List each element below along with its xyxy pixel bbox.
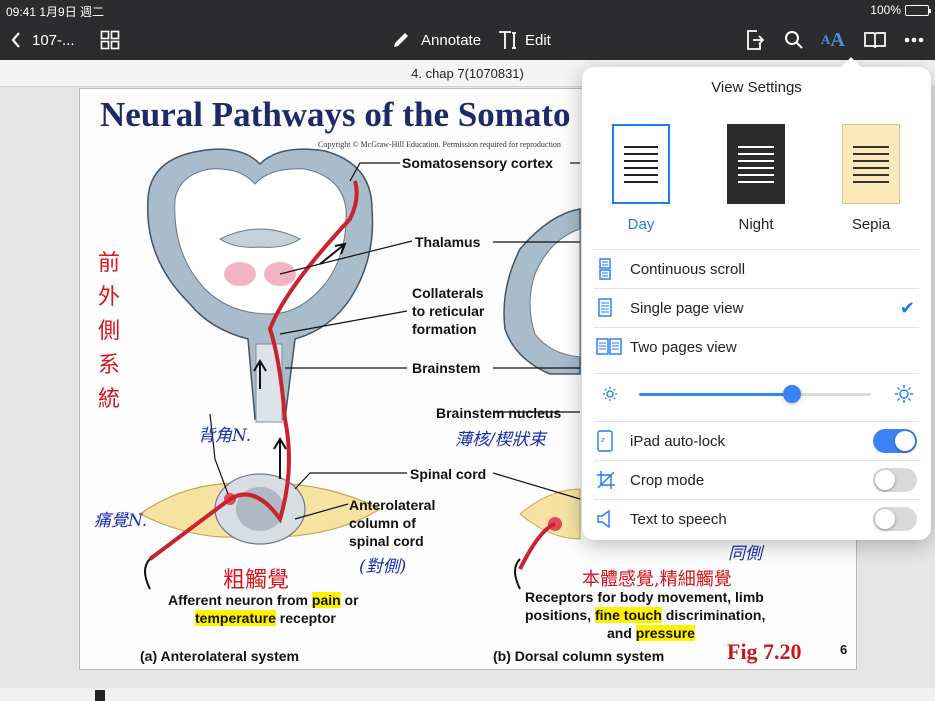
theme-sepia-option[interactable]: Sepia xyxy=(821,124,921,233)
brightness-track[interactable] xyxy=(639,385,871,403)
label-somatosensory-cortex: Somatosensory cortex xyxy=(402,155,553,171)
crop-mode-label: Crop mode xyxy=(630,471,705,489)
label-brainstem: Brainstem xyxy=(412,360,481,376)
view-settings-popover: View Settings Day Night Sepia Continuous… xyxy=(582,57,931,540)
continuous-scroll-label: Continuous scroll xyxy=(630,260,746,278)
grid-icon xyxy=(100,30,120,50)
battery-percent: 100% xyxy=(870,3,901,17)
left-receptor-line2: temperature receptor xyxy=(195,610,336,626)
spinal-cord-left xyxy=(138,473,382,545)
annotation-dorsal-horn: 背角N. xyxy=(198,426,252,446)
annotation-contralateral: (對側) xyxy=(359,557,407,577)
status-time: 09:41 1月9日 週二 xyxy=(6,5,105,19)
right-receptor-line3: and pressure xyxy=(607,625,695,641)
continuous-scroll-icon xyxy=(594,258,630,280)
text-size-button[interactable]: AA xyxy=(821,20,845,60)
edit-button[interactable]: Edit xyxy=(497,20,551,60)
search-icon xyxy=(785,31,803,49)
annotation-pain-neuron: 痛覺N. xyxy=(94,511,148,531)
svg-text:z: z xyxy=(601,436,605,444)
thumbnails-button[interactable] xyxy=(100,20,120,60)
brightness-high-icon xyxy=(895,385,913,403)
figure-number: Fig 7.20 xyxy=(727,639,802,664)
theme-night-label: Night xyxy=(738,216,774,233)
label-anterolateral-column: Anterolateral column of spinal cord xyxy=(349,497,436,549)
brightness-thumb[interactable] xyxy=(783,385,802,403)
page-scrubber[interactable] xyxy=(0,688,935,701)
brightness-low-icon xyxy=(603,387,617,401)
annotation-coarse-touch: 粗觸覺 xyxy=(223,568,290,593)
auto-lock-label: iPad auto-lock xyxy=(630,432,726,450)
single-page-option[interactable]: Single page view ✔ xyxy=(594,288,919,327)
toolbar: 107-... Annotate Edit AA xyxy=(0,20,935,60)
crop-mode-toggle[interactable] xyxy=(873,468,917,492)
auto-lock-toggle[interactable] xyxy=(873,429,917,453)
label-brainstem-nucleus: Brainstem nucleus xyxy=(436,405,562,421)
label-spinal-cord: Spinal cord xyxy=(410,466,487,482)
right-receptor-line2: positions, fine touch discrimination, xyxy=(525,607,766,623)
caption-dorsal-column: (b) Dorsal column system xyxy=(493,648,665,664)
scrubber-handle[interactable] xyxy=(95,690,105,701)
crop-mode-row: Crop mode xyxy=(594,460,919,499)
left-receptor-line1: Afferent neuron from pain or xyxy=(168,592,359,608)
two-pages-option[interactable]: Two pages view xyxy=(594,327,919,366)
back-label: 107-... xyxy=(32,31,75,49)
annotate-label: Annotate xyxy=(421,31,482,49)
two-pages-icon xyxy=(594,337,630,357)
theme-night-option[interactable]: Night xyxy=(706,124,806,233)
theme-day-label: Day xyxy=(627,216,655,233)
theme-night-preview xyxy=(727,124,785,204)
back-button[interactable]: 107-... xyxy=(10,20,75,60)
annotate-button[interactable]: Annotate xyxy=(391,20,481,60)
theme-sepia-label: Sepia xyxy=(851,216,891,233)
battery-indicator: 100% xyxy=(870,3,931,17)
pencil-icon xyxy=(394,33,408,47)
text-to-speech-label: Text to speech xyxy=(630,510,727,528)
page-number: 6 xyxy=(840,642,848,657)
brightness-track-fill xyxy=(639,393,793,396)
theme-sepia-preview xyxy=(842,124,900,204)
annotation-anterolateral-system: 前外側系統 xyxy=(98,251,121,412)
caption-anterolateral: (a) Anterolateral system xyxy=(140,648,299,664)
continuous-scroll-option[interactable]: Continuous scroll xyxy=(594,249,919,288)
label-thalamus: Thalamus xyxy=(415,234,481,250)
export-button[interactable] xyxy=(745,20,765,60)
ellipsis-icon xyxy=(904,37,924,43)
chevron-left-icon xyxy=(11,32,20,48)
search-button[interactable] xyxy=(784,20,804,60)
text-size-icon: A xyxy=(821,32,831,47)
book-icon xyxy=(864,32,886,49)
brightness-slider[interactable] xyxy=(594,373,919,413)
reading-mode-button[interactable] xyxy=(863,20,887,60)
theme-day-preview xyxy=(612,124,670,204)
speaker-icon xyxy=(594,509,630,529)
annotation-proprioception: 本體感覺,精細觸覺 xyxy=(582,569,732,590)
text-to-speech-toggle[interactable] xyxy=(873,507,917,531)
theme-day-option[interactable]: Day xyxy=(591,124,691,233)
annotation-same-side: 同側 xyxy=(728,544,762,564)
auto-lock-icon: z xyxy=(594,430,630,452)
annotation-nucleus: 薄核/楔狀束 xyxy=(455,430,546,450)
single-page-label: Single page view xyxy=(630,299,744,317)
more-button[interactable] xyxy=(904,20,924,60)
right-receptor-line1: Receptors for body movement, limb xyxy=(525,589,764,605)
brain-section-right xyxy=(503,208,581,375)
checkmark-icon: ✔ xyxy=(899,297,915,318)
view-settings-title: View Settings xyxy=(711,79,802,96)
edit-label: Edit xyxy=(525,31,551,49)
two-pages-label: Two pages view xyxy=(630,338,737,356)
crop-icon xyxy=(594,470,630,490)
single-page-icon xyxy=(594,297,630,319)
document-title: 4. chap 7(1070831) xyxy=(411,66,524,81)
status-bar: 09:41 1月9日 週二 100% xyxy=(0,0,935,20)
auto-lock-row: z iPad auto-lock xyxy=(594,421,919,460)
export-icon xyxy=(747,30,765,50)
battery-icon xyxy=(905,4,931,16)
label-collaterals: Collaterals to reticular formation xyxy=(412,285,485,337)
text-edit-icon xyxy=(499,31,516,49)
text-to-speech-row: Text to speech xyxy=(594,499,919,538)
